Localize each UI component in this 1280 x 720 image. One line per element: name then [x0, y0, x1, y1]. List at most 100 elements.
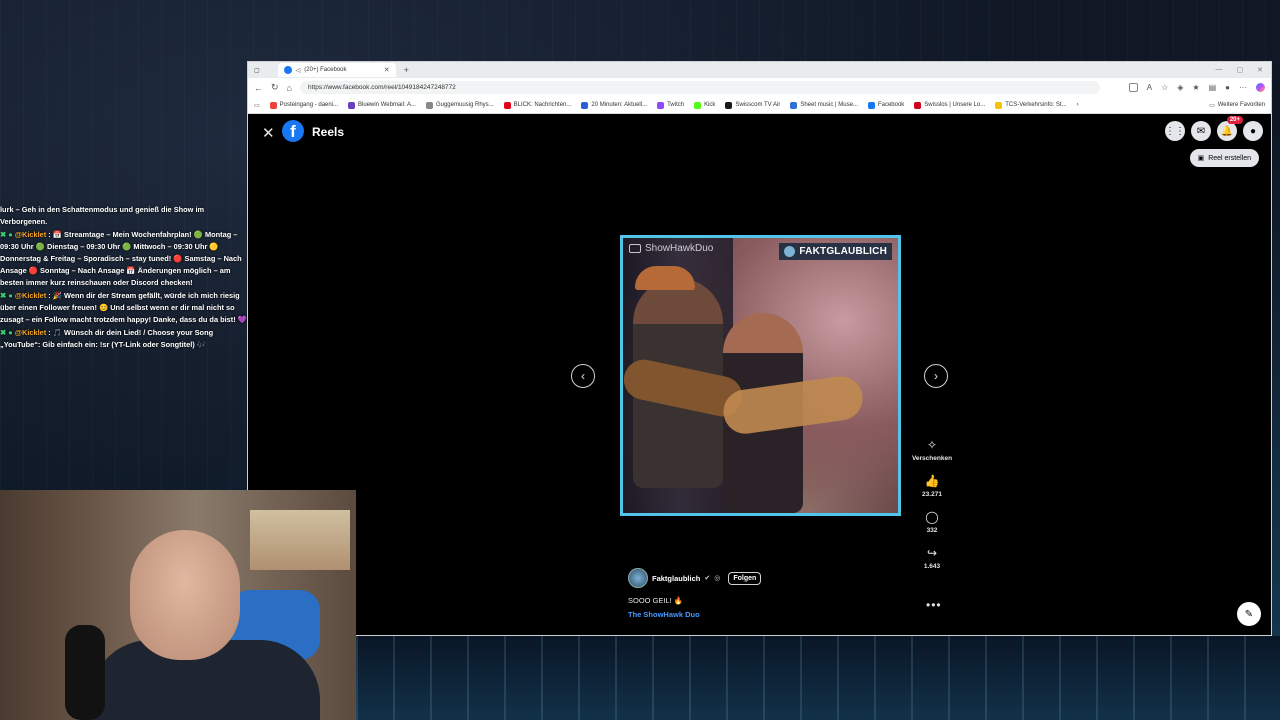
- favorite-label: Guggemuusig Rhys...: [435, 102, 494, 108]
- extensions-icon[interactable]: ◈: [1177, 83, 1183, 92]
- copilot-icon[interactable]: [1256, 83, 1265, 92]
- webcam-window: [250, 510, 350, 570]
- profile-avatar[interactable]: ●: [1243, 121, 1263, 141]
- favorite-item[interactable]: Sheet music | Muse...: [790, 101, 858, 109]
- favorites-toggle-icon[interactable]: ▭: [254, 102, 260, 109]
- messenger-icon[interactable]: ✉: [1191, 121, 1211, 141]
- favorite-item[interactable]: 20 Minuten: Aktuell...: [581, 101, 647, 109]
- favorite-item[interactable]: Swisscom TV Air: [725, 101, 781, 109]
- folder-icon: ▭: [1209, 102, 1215, 109]
- facebook-favicon-icon: [283, 66, 292, 74]
- chat-message: ✖ ● @Kicklet : 🎵 Wünsch dir dein Lied! /…: [0, 327, 247, 351]
- next-reel-button[interactable]: ›: [924, 364, 948, 388]
- comment-button[interactable]: ◯ 332: [925, 510, 938, 534]
- author-name[interactable]: Faktglaublich: [652, 574, 700, 583]
- close-window-icon[interactable]: ✕: [1257, 66, 1263, 74]
- gift-button[interactable]: ✧ Verschenken: [912, 438, 952, 462]
- favorite-label: Swisslos | Unsere Lo...: [924, 102, 986, 108]
- speaker-icon[interactable]: ◁: [296, 67, 301, 74]
- favorite-item[interactable]: Bluewin Webmail: A...: [348, 101, 416, 109]
- menu-grid-icon[interactable]: ⋮⋮: [1165, 121, 1185, 141]
- notifications-bell-icon[interactable]: 🔔 20+: [1217, 116, 1243, 141]
- home-icon[interactable]: ⌂: [287, 83, 292, 93]
- favorite-item[interactable]: Swisslos | Unsere Lo...: [914, 101, 986, 109]
- chat-badge-icon: ✖ ●: [0, 328, 13, 337]
- 20min-icon: [581, 101, 589, 109]
- maximize-icon[interactable]: ▢: [1237, 66, 1244, 74]
- reel-actions: ✧ Verschenken 👍 23.271 ◯ 332 ↪ 1.643: [908, 438, 956, 582]
- favorite-label: Swisscom TV Air: [735, 102, 781, 108]
- share-button[interactable]: ↪ 1.643: [924, 546, 940, 570]
- browser-window: ▢ ◁ (20+) Facebook ✕ + — ▢ ✕ ← ↻ ⌂ https…: [247, 61, 1272, 636]
- menu-dots-icon[interactable]: ···: [1239, 83, 1247, 92]
- more-options-icon[interactable]: •••: [926, 598, 942, 612]
- favorite-item[interactable]: TCS-Verkehrsinfo: St...: [995, 101, 1067, 109]
- url-field[interactable]: https://www.facebook.com/reel/1049184247…: [299, 81, 1100, 94]
- read-aloud-icon[interactable]: A: [1147, 83, 1152, 92]
- favorite-label: Posteingang - daeni...: [279, 102, 339, 108]
- favorite-item[interactable]: Kick: [694, 101, 715, 109]
- favorite-label: Twitch: [667, 102, 685, 108]
- stream-chat-overlay: lurk – Geh in den Schattenmodus und geni…: [0, 204, 247, 352]
- tab-facebook[interactable]: ◁ (20+) Facebook ✕: [277, 63, 396, 77]
- favorites-bar: ▭ Posteingang - daeni... Bluewin Webmail…: [248, 97, 1271, 114]
- close-icon[interactable]: ✕: [262, 124, 275, 142]
- refresh-icon[interactable]: ↻: [271, 82, 279, 93]
- reel-video[interactable]: ShowHawkDuo FAKTGLAUBLICH: [620, 235, 901, 516]
- favorite-item[interactable]: Guggemuusig Rhys...: [425, 101, 494, 109]
- favorite-label: Bluewin Webmail: A...: [358, 102, 416, 108]
- favorite-item[interactable]: BLICK: Nachrichten...: [503, 101, 571, 109]
- chat-badge-icon: ✖ ●: [0, 291, 13, 300]
- chevron-right-icon[interactable]: ›: [1077, 102, 1079, 108]
- other-favorites-label: Weitere Favoriten: [1217, 102, 1265, 108]
- faktglaublich-logo-icon: [784, 246, 796, 257]
- tab-bar: ▢ ◁ (20+) Facebook ✕ + — ▢ ✕: [248, 62, 1271, 78]
- other-favorites[interactable]: ▭ Weitere Favoriten: [1209, 102, 1265, 109]
- collections-icon[interactable]: ▤: [1209, 83, 1217, 92]
- new-tab-button[interactable]: +: [404, 65, 409, 75]
- minimize-icon[interactable]: —: [1216, 66, 1223, 74]
- favorite-item[interactable]: Posteingang - daeni...: [269, 101, 339, 109]
- window-controls: — ▢ ✕: [1216, 66, 1272, 74]
- create-reel-button[interactable]: ▣ Reel erstellen: [1189, 149, 1259, 167]
- reel-create-icon: ▣: [1197, 155, 1205, 162]
- favorite-item[interactable]: Twitch: [657, 101, 685, 109]
- like-button[interactable]: 👍 23.271: [922, 474, 942, 498]
- compose-edit-icon[interactable]: ✎: [1237, 602, 1261, 626]
- chat-message: ✖ ● @Kicklet : 📅 Streamtage – Mein Woche…: [0, 229, 247, 289]
- watermark-right: FAKTGLAUBLICH: [779, 243, 892, 260]
- close-tab-icon[interactable]: ✕: [384, 66, 390, 74]
- tab-actions-icon[interactable]: ▢: [254, 67, 260, 74]
- chat-user: @Kicklet: [14, 230, 47, 239]
- follow-button[interactable]: Folgen: [728, 571, 762, 585]
- facebook-logo-icon[interactable]: f: [282, 120, 304, 142]
- favorite-label: TCS-Verkehrsinfo: St...: [1005, 102, 1067, 108]
- thumbs-up-icon: 👍: [924, 474, 940, 488]
- favorites-icon[interactable]: ★: [1192, 83, 1199, 92]
- reels-page: ✕ f Reels ⋮⋮ ✉ 🔔 20+ ● ▣ Reel erstellen S…: [248, 116, 1271, 635]
- app-available-icon[interactable]: [1128, 83, 1138, 92]
- comment-icon: ◯: [925, 510, 939, 524]
- author-avatar[interactable]: [628, 568, 648, 588]
- chat-user: @Kicklet: [14, 328, 47, 337]
- previous-reel-button[interactable]: ‹: [571, 364, 595, 388]
- tab-title: (20+) Facebook: [304, 67, 347, 73]
- webcam-microphone: [65, 625, 105, 720]
- verified-icon: ✔: [704, 575, 711, 582]
- chat-message: ✖ ● @Kicklet : 🎉 Wenn dir der Stream gef…: [0, 290, 247, 326]
- chat-line: lurk – Geh in den Schattenmodus und geni…: [0, 205, 205, 226]
- favorite-item[interactable]: Facebook: [867, 101, 904, 109]
- create-reel-label: Reel erstellen: [1208, 154, 1251, 162]
- address-bar: ← ↻ ⌂ https://www.facebook.com/reel/1049…: [248, 78, 1271, 97]
- reel-audio-link[interactable]: The ShowHawk Duo: [628, 610, 700, 619]
- camera-icon: [629, 244, 641, 253]
- reel-caption: SOOO GEIL! 🔥: [628, 596, 684, 605]
- top-right-icons: ⋮⋮ ✉ 🔔 20+ ●: [1165, 116, 1263, 141]
- back-icon[interactable]: ←: [254, 83, 263, 93]
- like-count: 23.271: [922, 491, 942, 498]
- notification-badge: 20+: [1226, 116, 1243, 124]
- favorite-star-icon[interactable]: ☆: [1161, 83, 1168, 92]
- share-icon: ↪: [926, 546, 938, 560]
- gift-icon: ✧: [926, 438, 938, 452]
- profile-icon[interactable]: ●: [1225, 83, 1230, 92]
